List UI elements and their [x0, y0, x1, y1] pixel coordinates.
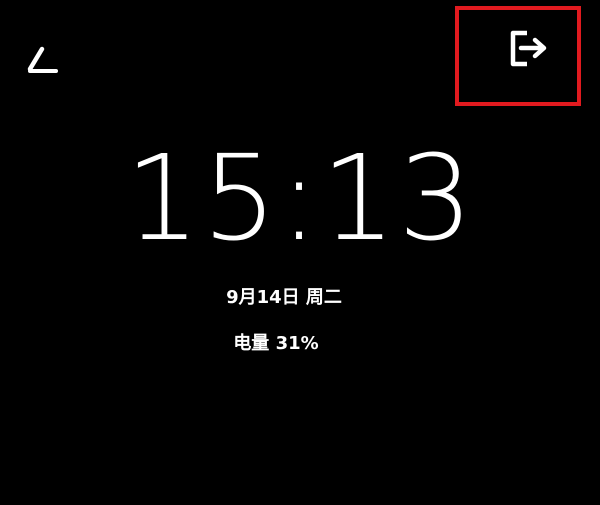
- edit-button[interactable]: [22, 40, 62, 80]
- clock-time: 15:13: [124, 129, 476, 267]
- battery-level: 电量 31%: [233, 333, 319, 354]
- exit-button[interactable]: [500, 22, 556, 72]
- date-label: 9月14日 周二: [226, 287, 342, 308]
- exit-logout-icon: [510, 30, 547, 67]
- edit-pencil-icon: [27, 46, 58, 73]
